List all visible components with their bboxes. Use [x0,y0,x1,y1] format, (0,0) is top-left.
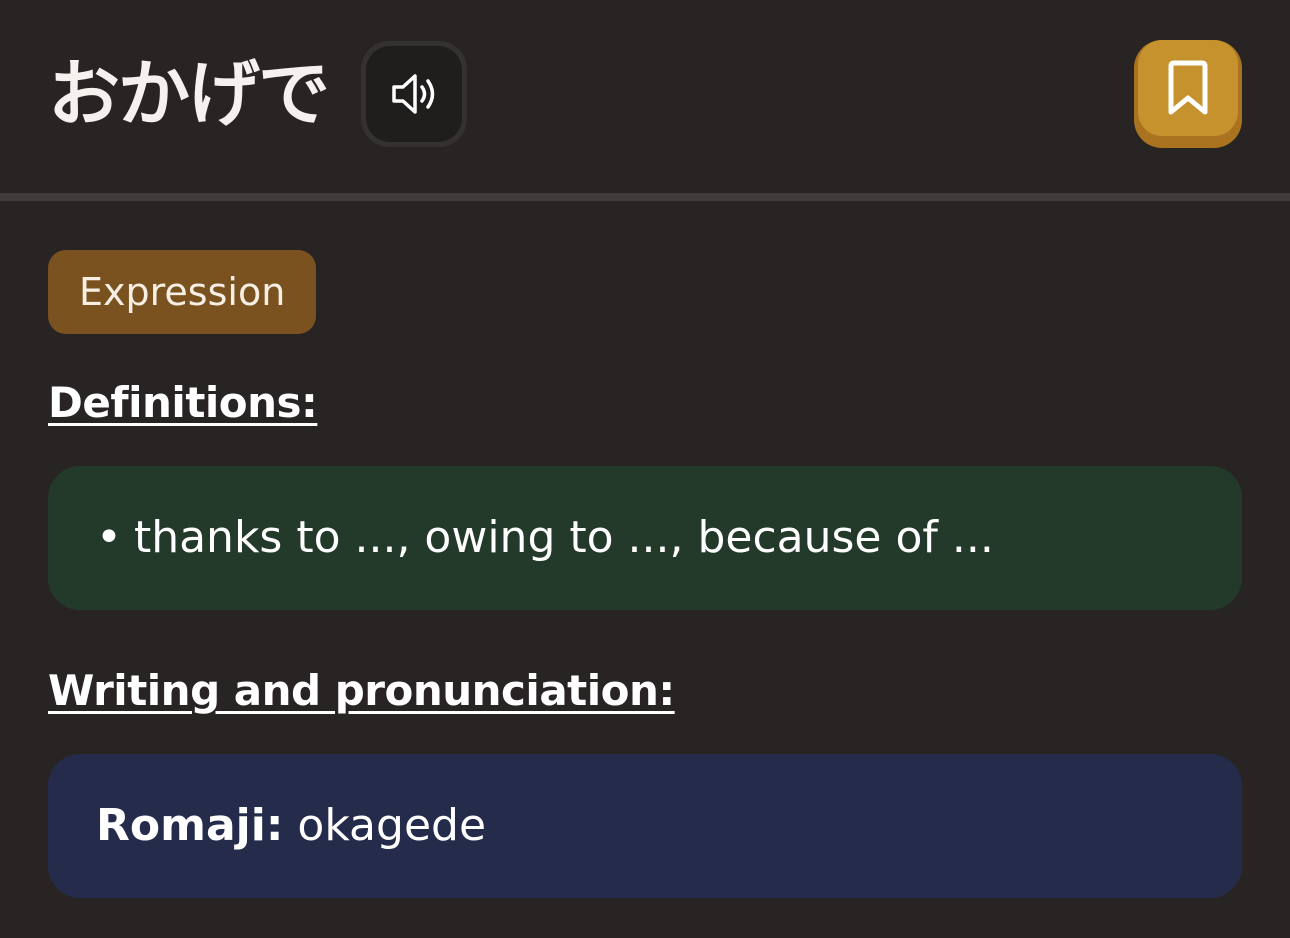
header-divider [0,193,1290,201]
bookmark-button[interactable] [1134,40,1242,148]
dictionary-entry-screen: おかげで Expression Definitions: • thanks to … [0,0,1290,938]
part-of-speech-tag: Expression [48,250,317,334]
play-audio-button-face[interactable] [366,46,462,142]
entry-word: おかげで [48,52,330,136]
definitions-card: • thanks to ..., owing to ..., because of… [48,466,1242,610]
speaker-icon [392,74,435,114]
romaji-row: Romaji: okagede [96,754,486,898]
bookmark-icon [1168,60,1208,115]
writing-pronunciation-card: Romaji: okagede [48,754,1242,898]
romaji-value: okagede [297,800,487,851]
bookmark-button-face[interactable] [1138,40,1238,136]
play-audio-button[interactable] [361,41,467,147]
definition-item: • thanks to ..., owing to ..., because of… [96,466,994,610]
romaji-label: Romaji: [96,800,284,851]
definition-text: thanks to ..., owing to ..., because of … [133,512,994,563]
definition-bullet: • [96,512,122,563]
definitions-title: Definitions: [48,378,318,427]
writing-pronunciation-title: Writing and pronunciation: [48,666,675,715]
entry-header: おかげで [0,0,1290,193]
